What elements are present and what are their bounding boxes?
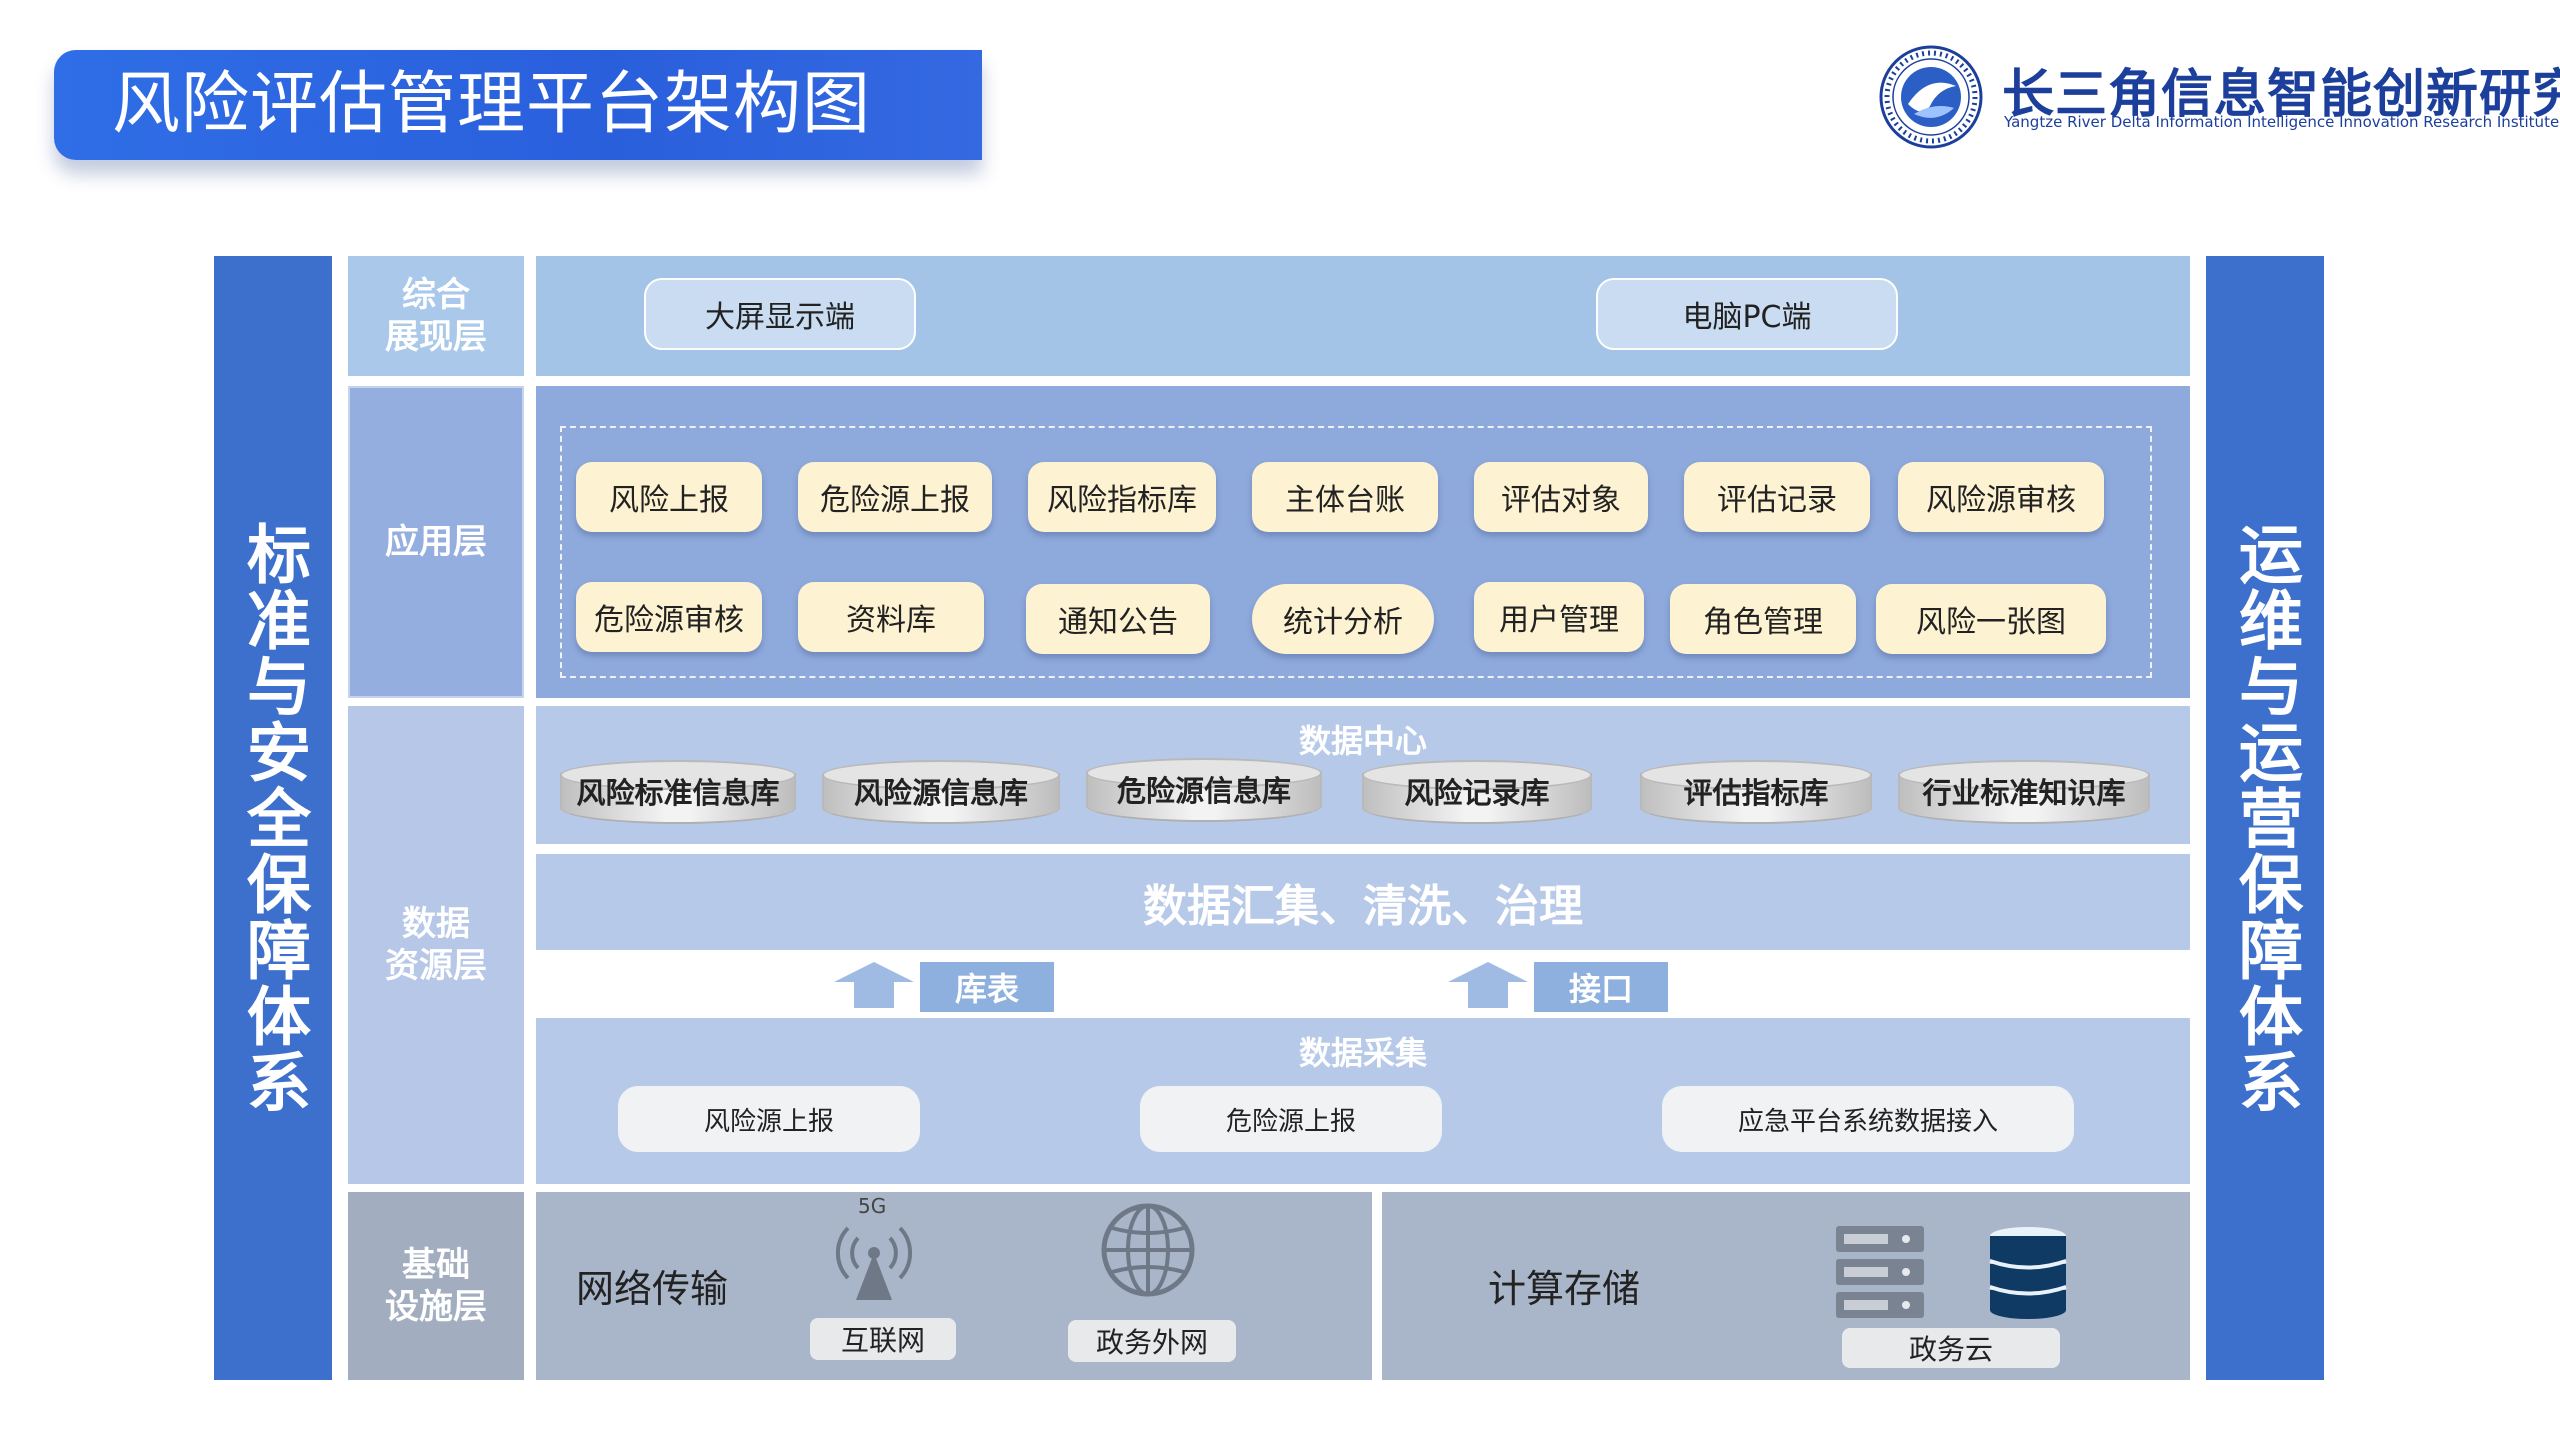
- network-5g-label: 5G: [858, 1194, 887, 1218]
- module-user-management: 用户管理: [1474, 582, 1644, 652]
- globe-icon: [1101, 1203, 1195, 1297]
- collection-hazard-report: 危险源上报: [1140, 1086, 1442, 1152]
- db-risk-standard-label: 风险标准信息库: [576, 776, 780, 810]
- compute-government-cloud: 政务云: [1842, 1328, 2060, 1368]
- data-collection-panel: 数据采集 风险源上报 危险源上报 应急平台系统数据接入: [536, 1018, 2190, 1184]
- data-processing-band: 数据汇集、清洗、治理: [536, 854, 2190, 950]
- db-assessment-indicator-label: 评估指标库: [1683, 776, 1829, 810]
- network-title: 网络传输: [576, 1267, 729, 1311]
- db-assessment-indicator: 评估指标库: [1640, 760, 1872, 824]
- right-pillar-label: 运维与运营保障体系: [2228, 521, 2302, 1115]
- arrow-label-tables: 库表: [920, 962, 1054, 1012]
- module-hazard-report: 危险源上报: [798, 462, 992, 532]
- server-rack-icon: [1836, 1226, 1924, 1318]
- module-hazard-audit: 危险源审核: [576, 582, 762, 652]
- collection-emergency-platform: 应急平台系统数据接入: [1662, 1086, 2074, 1152]
- module-risk-report: 风险上报: [576, 462, 762, 532]
- db-risk-standard: 风险标准信息库: [560, 760, 796, 824]
- database-icon: [1989, 1227, 2067, 1319]
- network-panel: 网络传输 5G 互联网 政务外网: [536, 1192, 1372, 1380]
- network-internet: 互联网: [810, 1318, 956, 1360]
- data-center-title: 数据中心: [1298, 722, 1427, 760]
- compute-title: 计算存储: [1488, 1267, 1641, 1311]
- right-pillar-operations: 运维与运营保障体系: [2206, 256, 2324, 1380]
- application-layer-panel: 风险上报 危险源上报 风险指标库 主体台账 评估对象 评估记录 风险源审核 危险…: [536, 386, 2190, 698]
- signal-tower-5g-icon: [835, 1226, 913, 1300]
- module-document-lib: 资料库: [798, 582, 984, 652]
- infrastructure-layer-label: 基础 设施层: [348, 1192, 524, 1380]
- db-industry-standard: 行业标准知识库: [1898, 760, 2150, 824]
- application-layer-label: 应用层: [348, 386, 524, 698]
- left-pillar-standards-security: 标准与安全保障体系: [214, 256, 332, 1380]
- arrow-up-icon: [834, 962, 914, 1008]
- module-statistics: 统计分析: [1252, 584, 1434, 654]
- module-role-management: 角色管理: [1670, 584, 1856, 654]
- db-risk-record: 风险记录库: [1362, 760, 1592, 824]
- big-screen-display-item: 大屏显示端: [644, 278, 916, 350]
- collection-risk-source-report: 风险源上报: [618, 1086, 920, 1152]
- module-assessment-object: 评估对象: [1474, 462, 1648, 532]
- left-pillar-label: 标准与安全保障体系: [236, 521, 310, 1115]
- arrow-up-icon: [1448, 962, 1528, 1008]
- data-layer-label: 数据 资源层: [348, 706, 524, 1184]
- institute-name-en: Yangtze River Delta Information Intellig…: [2004, 113, 2560, 131]
- db-hazard-source-label: 危险源信息库: [1116, 774, 1291, 808]
- network-government-extranet: 政务外网: [1068, 1320, 1236, 1362]
- module-risk-indicator-lib: 风险指标库: [1028, 462, 1216, 532]
- compute-storage-panel: 计算存储 政务云: [1382, 1192, 2190, 1380]
- page-title: 风险评估管理平台架构图: [54, 50, 982, 160]
- db-industry-standard-label: 行业标准知识库: [1922, 776, 2126, 810]
- data-collection-title: 数据采集: [1298, 1034, 1427, 1072]
- pc-client-item: 电脑PC端: [1596, 278, 1898, 350]
- db-risk-record-label: 风险记录库: [1404, 776, 1550, 810]
- db-hazard-source: 危险源信息库: [1086, 758, 1322, 822]
- db-risk-source-label: 风险源信息库: [853, 776, 1028, 810]
- institute-emblem-icon: [1879, 45, 1983, 149]
- db-risk-source: 风险源信息库: [822, 760, 1060, 824]
- module-entity-ledger: 主体台账: [1252, 462, 1438, 532]
- presentation-layer-panel: 大屏显示端 电脑PC端: [536, 256, 2190, 376]
- module-risk-source-audit: 风险源审核: [1898, 462, 2104, 532]
- module-assessment-record: 评估记录: [1684, 462, 1870, 532]
- module-notice: 通知公告: [1026, 584, 1210, 654]
- presentation-layer-label: 综合 展现层: [348, 256, 524, 376]
- arrow-label-interface: 接口: [1534, 962, 1668, 1012]
- module-risk-map: 风险一张图: [1876, 584, 2106, 654]
